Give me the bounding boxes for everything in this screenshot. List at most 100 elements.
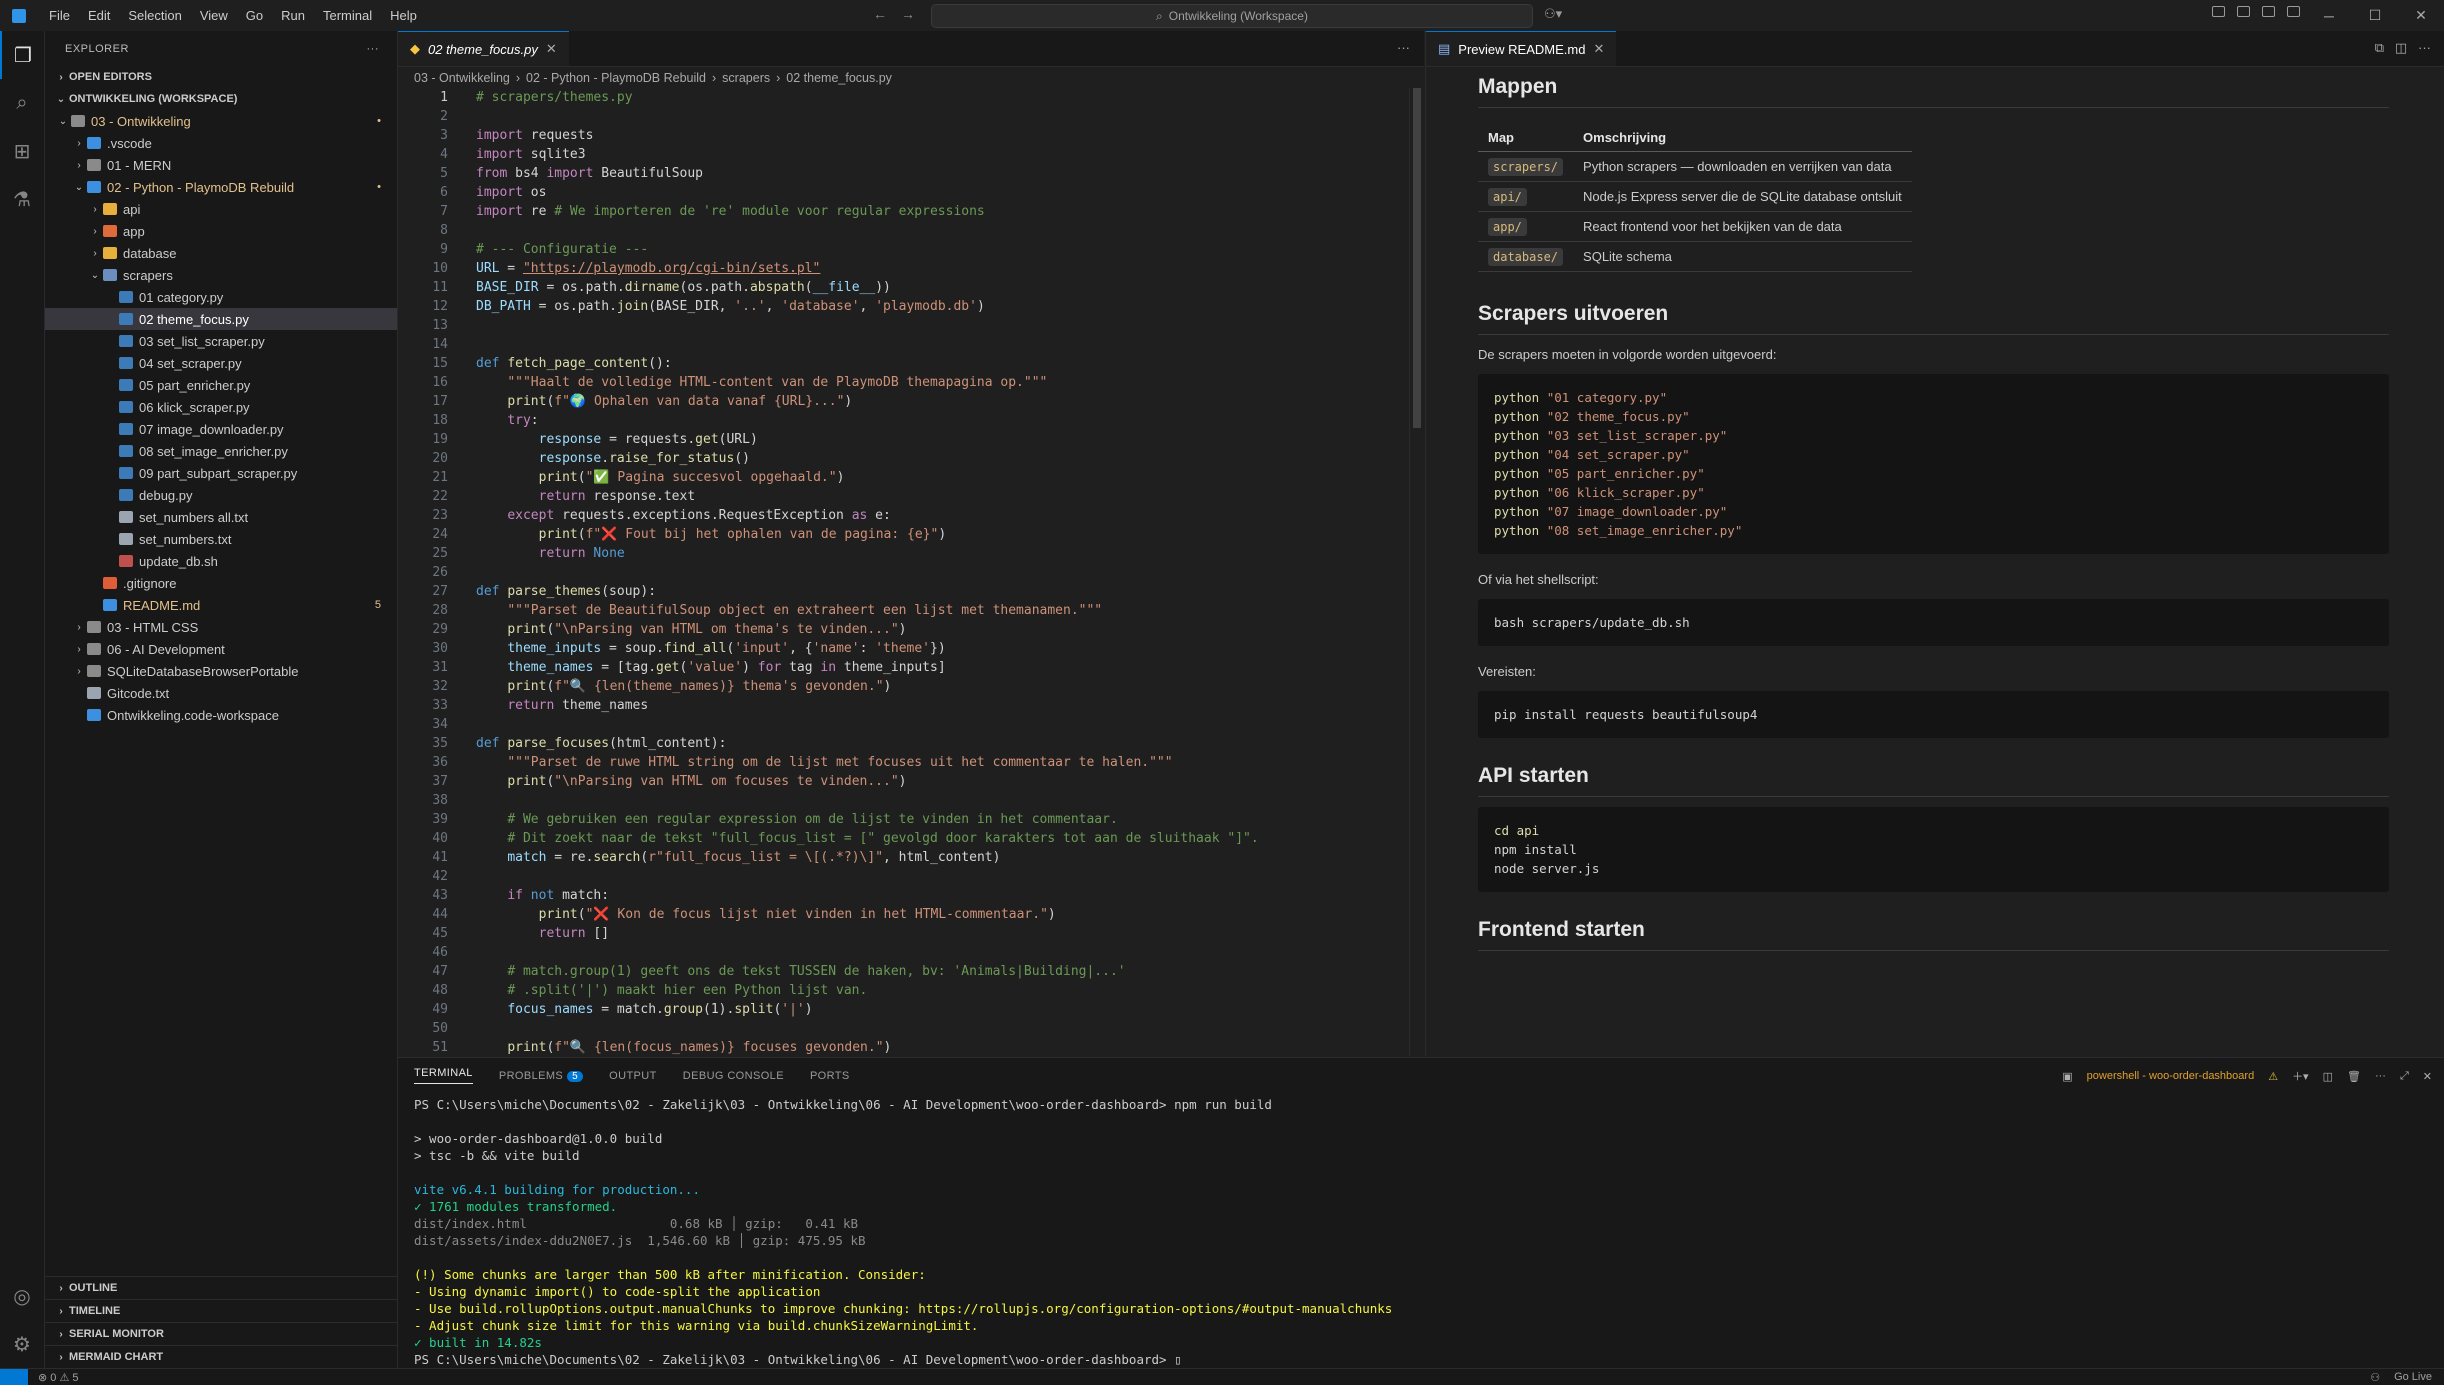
- code-line: 25 return None: [398, 544, 1408, 563]
- forward-arrow-icon[interactable]: →: [901, 6, 915, 22]
- sidebar-toggle-icon[interactable]: [2237, 6, 2250, 17]
- tree-item[interactable]: 05 part_enricher.py: [45, 374, 397, 396]
- tree-item[interactable]: 06 klick_scraper.py: [45, 396, 397, 418]
- terminal-output[interactable]: PS C:\Users\miche\Documents\02 - Zakelij…: [414, 1096, 2414, 1368]
- maximize-icon[interactable]: ☐: [2352, 0, 2398, 31]
- copilot-status-icon[interactable]: ⚇: [2370, 1371, 2380, 1384]
- tree-item[interactable]: 01 category.py: [45, 286, 397, 308]
- menu-item-selection[interactable]: Selection: [119, 8, 190, 23]
- tree-item[interactable]: › database: [45, 242, 397, 264]
- copilot-icon[interactable]: ⚇▾: [1544, 6, 1562, 22]
- layout-toggle-icon[interactable]: [2212, 6, 2225, 17]
- tree-item[interactable]: Gitcode.txt: [45, 682, 397, 704]
- new-terminal-icon[interactable]: ＋▾: [2292, 1068, 2309, 1084]
- breadcrumb-item[interactable]: 02 - Python - PlaymoDB Rebuild: [526, 71, 706, 85]
- tree-item[interactable]: README.md 5: [45, 594, 397, 616]
- section-outline[interactable]: › OUTLINE: [45, 1276, 397, 1299]
- panel-tab-ports[interactable]: PORTS: [810, 1070, 850, 1082]
- section-mermaid-chart[interactable]: › MERMAID CHART: [45, 1345, 397, 1368]
- panel-tab-debug-console[interactable]: DEBUG CONSOLE: [683, 1070, 784, 1082]
- remote-indicator[interactable]: [0, 1369, 28, 1385]
- scrollbar-thumb[interactable]: [1413, 88, 1421, 428]
- workspace-section[interactable]: ⌄ ONTWIKKELING (WORKSPACE): [45, 88, 397, 110]
- close-preview-tab-icon[interactable]: ✕: [1593, 41, 1604, 57]
- tree-item[interactable]: set_numbers.txt: [45, 528, 397, 550]
- back-arrow-icon[interactable]: ←: [873, 6, 887, 22]
- tree-item[interactable]: › api: [45, 198, 397, 220]
- line-number: 29: [432, 622, 448, 637]
- tree-item[interactable]: .gitignore: [45, 572, 397, 594]
- split-terminal-icon[interactable]: ◫: [2323, 1070, 2333, 1083]
- close-window-icon[interactable]: ✕: [2398, 0, 2444, 31]
- maximize-panel-icon[interactable]: ⤢: [2400, 1070, 2409, 1083]
- account-icon[interactable]: ◎: [0, 1272, 44, 1320]
- code-line: 5 from bs4 import BeautifulSoup: [398, 164, 1408, 183]
- code-token: # .split('|') maakt hier een Python lijs…: [507, 983, 868, 998]
- tree-item[interactable]: 02 theme_focus.py: [45, 308, 397, 330]
- terminal-name[interactable]: powershell - woo-order-dashboard: [2087, 1070, 2255, 1082]
- tree-item[interactable]: ⌄ 02 - Python - PlaymoDB Rebuild •: [45, 176, 397, 198]
- close-panel-icon[interactable]: ✕: [2423, 1070, 2432, 1083]
- editor-more-actions-icon[interactable]: ···: [1397, 40, 1410, 55]
- search-icon[interactable]: ⌕: [0, 79, 44, 127]
- settings-gear-icon[interactable]: ⚙: [0, 1320, 44, 1368]
- code-token: 'input': [734, 641, 790, 656]
- breadcrumb-item[interactable]: 02 theme_focus.py: [786, 71, 892, 85]
- tree-item[interactable]: ⌄ 03 - Ontwikkeling •: [45, 110, 397, 132]
- tree-item[interactable]: › app: [45, 220, 397, 242]
- section-serial-monitor[interactable]: › SERIAL MONITOR: [45, 1322, 397, 1345]
- command-center-search[interactable]: ⌕ Ontwikkeling (Workspace): [931, 4, 1533, 28]
- panel-toggle-icon[interactable]: [2262, 6, 2275, 17]
- minimize-icon[interactable]: ─: [2306, 0, 2352, 31]
- tree-item[interactable]: › 01 - MERN: [45, 154, 397, 176]
- menu-item-view[interactable]: View: [191, 8, 237, 23]
- close-tab-icon[interactable]: ✕: [546, 41, 557, 57]
- tree-item[interactable]: update_db.sh: [45, 550, 397, 572]
- tree-item[interactable]: › 03 - HTML CSS: [45, 616, 397, 638]
- breadcrumb-item[interactable]: 03 - Ontwikkeling: [414, 71, 510, 85]
- code-line: 13: [398, 316, 1408, 335]
- menu-item-edit[interactable]: Edit: [79, 8, 119, 23]
- tree-item[interactable]: 09 part_subpart_scraper.py: [45, 462, 397, 484]
- split-editor-icon[interactable]: ◫: [2395, 40, 2407, 55]
- menu-item-file[interactable]: File: [40, 8, 79, 23]
- tree-item[interactable]: 04 set_scraper.py: [45, 352, 397, 374]
- kill-terminal-icon[interactable]: 🗑: [2347, 1070, 2361, 1083]
- extensions-icon[interactable]: ⊞: [0, 127, 44, 175]
- open-editors-section[interactable]: › OPEN EDITORS: [45, 66, 397, 88]
- breadcrumb-item[interactable]: scrapers: [722, 71, 770, 85]
- explorer-icon[interactable]: ❐: [0, 31, 44, 79]
- panel-tab-terminal[interactable]: TERMINAL: [414, 1067, 473, 1084]
- menu-item-run[interactable]: Run: [272, 8, 314, 23]
- problems-status[interactable]: ⊗ 0 ⚠ 5: [28, 1371, 78, 1384]
- more-actions-icon[interactable]: ···: [367, 43, 380, 55]
- section-timeline[interactable]: › TIMELINE: [45, 1299, 397, 1322]
- tree-item[interactable]: 03 set_list_scraper.py: [45, 330, 397, 352]
- tree-item[interactable]: › SQLiteDatabaseBrowserPortable: [45, 660, 397, 682]
- tree-item[interactable]: ⌄ scrapers: [45, 264, 397, 286]
- tree-item[interactable]: 08 set_image_enricher.py: [45, 440, 397, 462]
- tree-item[interactable]: 07 image_downloader.py: [45, 418, 397, 440]
- tree-item[interactable]: › .vscode: [45, 132, 397, 154]
- code-token: print: [507, 394, 547, 409]
- panel-more-icon[interactable]: ···: [2375, 1070, 2386, 1082]
- tree-item[interactable]: › 06 - AI Development: [45, 638, 397, 660]
- tree-item[interactable]: set_numbers all.txt: [45, 506, 397, 528]
- editor-tab[interactable]: ◆ 02 theme_focus.py ✕: [398, 31, 569, 66]
- line-number: 41: [432, 850, 448, 865]
- go-live-button[interactable]: Go Live: [2394, 1371, 2432, 1384]
- secondary-sidebar-toggle-icon[interactable]: [2287, 6, 2300, 17]
- menu-item-terminal[interactable]: Terminal: [314, 8, 381, 23]
- code-editor[interactable]: 1 # scrapers/themes.py 2 3 import requests 4 i…: [398, 88, 1408, 1056]
- editor-scrollbar[interactable]: [1409, 88, 1424, 1056]
- menu-item-go[interactable]: Go: [237, 8, 272, 23]
- preview-tab[interactable]: ▤ Preview README.md ✕: [1426, 31, 1617, 66]
- preview-more-icon[interactable]: ···: [2418, 40, 2431, 55]
- panel-tab-output[interactable]: OUTPUT: [609, 1070, 657, 1082]
- tree-item[interactable]: debug.py: [45, 484, 397, 506]
- panel-tab-problems[interactable]: PROBLEMS 5: [499, 1070, 584, 1082]
- tree-item[interactable]: Ontwikkeling.code-workspace: [45, 704, 397, 726]
- open-source-icon[interactable]: ⧉: [2375, 40, 2384, 55]
- testing-icon[interactable]: ⚗: [0, 175, 44, 223]
- menu-item-help[interactable]: Help: [381, 8, 426, 23]
